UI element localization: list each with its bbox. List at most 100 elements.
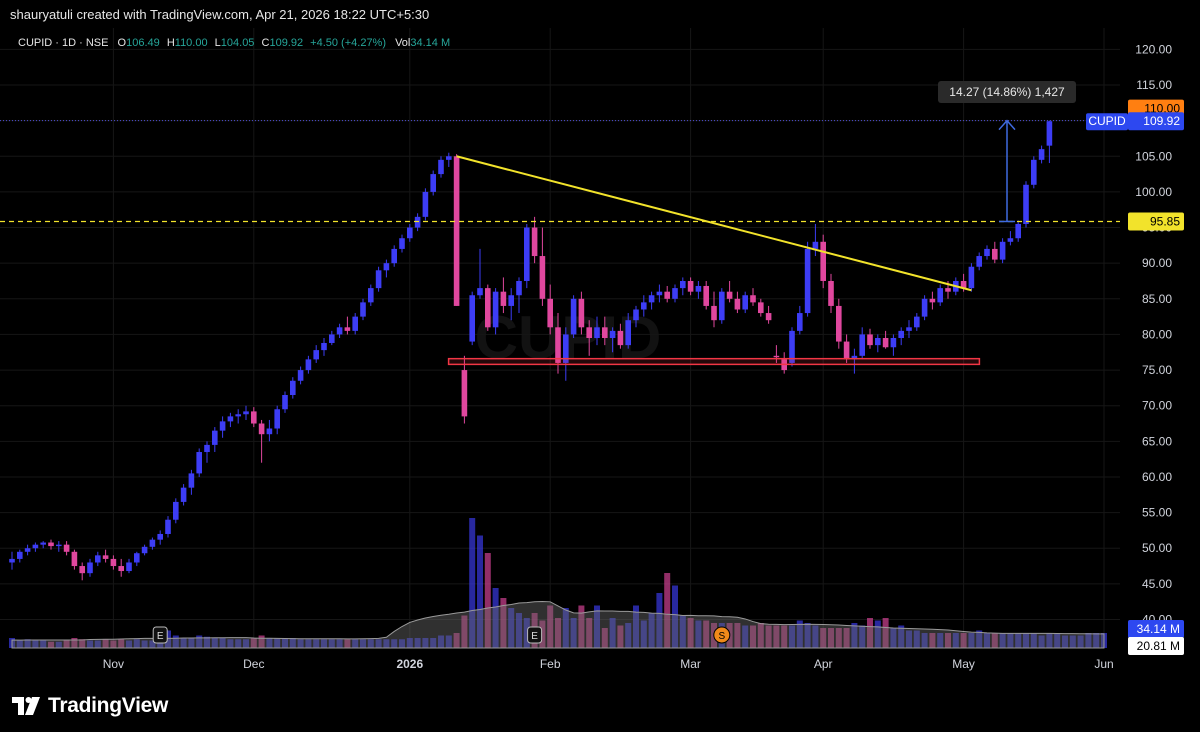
candle-body: [898, 330, 904, 338]
candle-body: [282, 395, 288, 410]
candle-body: [492, 291, 499, 328]
candle-body: [212, 430, 218, 445]
candle-body: [578, 298, 585, 328]
candle-body: [648, 295, 655, 303]
candle-body: [602, 327, 608, 338]
price-tick-label: 100.00: [1135, 185, 1172, 199]
price-tick-label: 65.00: [1142, 434, 1172, 448]
candle-body: [118, 566, 124, 572]
candle-body: [508, 295, 514, 306]
candle-body: [820, 241, 826, 281]
event-marker-label: E: [157, 631, 164, 642]
time-tick-label: Nov: [103, 657, 124, 671]
candle-body: [407, 227, 413, 239]
candle-body: [843, 341, 850, 360]
candle-body: [703, 285, 709, 306]
last-price-badge: 109.92: [1143, 114, 1180, 128]
attribution-text: shauryatuli created with TradingView.com…: [10, 7, 430, 22]
symbol-tag: CUPID: [1088, 114, 1126, 128]
candle-body: [290, 380, 296, 396]
candle-body: [1015, 223, 1021, 239]
candle-body: [890, 338, 897, 348]
candle-body: [305, 359, 312, 371]
candle-body: [875, 338, 881, 346]
price-tick-label: 70.00: [1142, 399, 1172, 413]
candle-body: [547, 298, 553, 328]
candle-body: [976, 256, 982, 267]
candle-body: [984, 248, 990, 257]
time-tick-label: Jun: [1094, 657, 1113, 671]
candle-body: [945, 288, 951, 292]
candle-body: [516, 280, 522, 296]
price-chart[interactable]: CUPID 14.27 (14.86%) 1,427 E E S CUPID · 1D…: [0, 28, 1200, 682]
candle-body: [102, 555, 109, 559]
candle-body: [687, 280, 694, 292]
candle-body: [570, 298, 577, 335]
event-marker-label: E: [531, 631, 538, 642]
candle-body: [609, 330, 616, 338]
candle-body: [368, 288, 374, 303]
candle-body: [196, 452, 202, 474]
legend-symbol: CUPID · 1D · NSE: [18, 37, 108, 49]
candle-body: [586, 327, 592, 338]
candle-body: [438, 159, 444, 175]
candle-body: [446, 156, 452, 160]
candle-body: [812, 241, 819, 249]
candle-body: [641, 302, 647, 310]
candle-body: [134, 553, 140, 563]
candle-body: [149, 539, 156, 547]
candle-body: [321, 342, 327, 351]
candle-body: [625, 320, 631, 346]
candle-body: [173, 501, 179, 520]
price-tick-label: 85.00: [1142, 292, 1172, 306]
candle-body: [797, 313, 803, 331]
candle-body: [422, 191, 429, 217]
candle-body: [360, 302, 366, 317]
candle-body: [968, 266, 975, 289]
time-tick-label: Feb: [540, 657, 561, 671]
time-tick-label: Mar: [680, 657, 701, 671]
legend-low: 104.05: [221, 37, 255, 49]
price-tick-label: 50.00: [1142, 541, 1172, 555]
candle-body: [157, 533, 163, 540]
price-tick-label: 60.00: [1142, 470, 1172, 484]
candle-body: [414, 216, 421, 228]
candle-body: [726, 291, 733, 299]
candle-body: [461, 370, 468, 417]
candle-body: [750, 295, 756, 303]
candle-body: [711, 305, 717, 321]
candle-body: [274, 409, 280, 429]
candle-body: [87, 562, 93, 574]
candle-body: [391, 248, 397, 264]
volume-average-badge: 20.81 M: [1137, 639, 1180, 653]
candle-body: [227, 416, 234, 422]
candle-body: [48, 542, 54, 547]
candle-body: [664, 291, 670, 299]
legend-volume: 34.14 M: [410, 37, 450, 49]
time-tick-label: May: [952, 657, 975, 671]
candle-body: [882, 338, 889, 348]
legend-high: 110.00: [175, 37, 208, 49]
price-tick-label: 75.00: [1142, 363, 1172, 377]
candle-body: [40, 542, 46, 545]
measure-label: 14.27 (14.86%) 1,427: [949, 85, 1065, 99]
tradingview-logo[interactable]: TradingView: [12, 694, 168, 718]
candle-body: [836, 305, 842, 342]
candle-body: [204, 444, 210, 453]
brand-name: TradingView: [48, 694, 169, 717]
candle-body: [399, 238, 405, 249]
price-tick-label: 115.00: [1136, 78, 1172, 92]
candle-body: [243, 411, 249, 415]
candle-body: [617, 330, 624, 346]
candle-body: [251, 411, 257, 424]
legend-change: +4.50 (+4.27%): [310, 37, 386, 49]
candle-body: [531, 227, 538, 257]
candle-body: [141, 546, 148, 554]
legend-open: 106.49: [126, 37, 160, 49]
candle-body: [63, 544, 70, 552]
candle-body: [1007, 238, 1014, 242]
candle-body: [336, 327, 343, 335]
candle-body: [9, 558, 15, 563]
level-price-badge: 95.85: [1150, 214, 1180, 228]
price-tick-label: 45.00: [1142, 577, 1172, 591]
